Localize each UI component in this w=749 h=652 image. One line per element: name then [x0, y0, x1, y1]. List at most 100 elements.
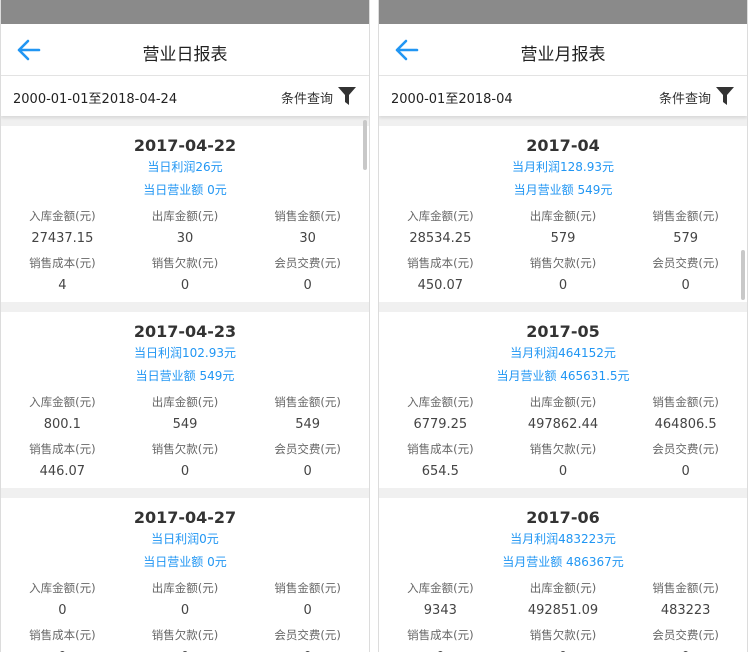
page-title: 营业日报表	[142, 45, 228, 65]
funnel-filter-icon[interactable]	[337, 85, 357, 107]
date-range[interactable]: 2000-01至2018-04	[391, 88, 513, 107]
metric-value-cell: 0	[379, 646, 502, 652]
metric-value-cell: 446.07	[1, 460, 124, 482]
metric-value: 4	[58, 278, 67, 293]
metric-value: 30	[176, 231, 194, 246]
card-profit: 当日利润102.93元	[134, 346, 236, 360]
metric-label-cell: 销售成本(元)	[379, 624, 502, 646]
metric-value-cell: 0	[246, 274, 369, 296]
metric-value-cell: 579	[502, 227, 625, 249]
report-card[interactable]: 2017-04-23 当日利润102.93元 当日营业额 549元 入库金额(元) 出库…	[1, 312, 369, 488]
stage: 营业日报表 2000-01-01至2018-04-24 条件查询 2017-04…	[0, 0, 749, 652]
metric-label: 会员交费(元)	[652, 442, 719, 456]
metric-value: 0	[180, 603, 190, 618]
metric-value: 497862.44	[527, 417, 599, 432]
date-range[interactable]: 2000-01-01至2018-04-24	[13, 88, 177, 107]
metric-label: 入库金额(元)	[407, 395, 474, 409]
report-list[interactable]: 2017-04-22 当日利润26元 当日营业额 0元 入库金额(元) 出库金额(元) 销…	[1, 116, 369, 652]
metric-label-cell: 会员交费(元)	[246, 438, 369, 460]
metric-row: 入库金额(元) 出库金额(元) 销售金额(元) 6779.25 497862.44 464…	[379, 388, 747, 435]
metric-value-cell: 579	[624, 227, 747, 249]
status-bar	[379, 0, 747, 24]
metric-row: 销售成本(元) 销售欠款(元) 会员交费(元) 4 0 0	[1, 249, 369, 296]
card-profit: 当月利润128.93元	[512, 160, 614, 174]
metric-value-cell: 800.1	[1, 413, 124, 435]
metric-value: 0	[303, 278, 312, 293]
metric-value-cell: 0	[502, 274, 625, 296]
report-card[interactable]: 2017-04-27 当日利润0元 当日营业额 0元 入库金额(元) 出库金额(元) 销售…	[1, 498, 369, 652]
metric-label-cell: 销售金额(元)	[624, 577, 747, 599]
metric-value: 654.5	[421, 464, 459, 479]
condition-query-button[interactable]: 条件查询	[659, 88, 711, 107]
metric-label-cell: 会员交费(元)	[624, 624, 747, 646]
metric-label: 会员交费(元)	[652, 256, 719, 270]
metric-label-cell: 入库金额(元)	[379, 205, 502, 227]
metric-label-cell: 销售欠款(元)	[502, 438, 625, 460]
metric-row: 销售成本(元)销售欠款(元)会员交费(元)000	[1, 621, 369, 652]
scrollbar[interactable]	[363, 120, 367, 170]
metric-label: 销售金额(元)	[274, 209, 341, 223]
condition-query-button[interactable]: 条件查询	[281, 88, 333, 107]
metric-label: 销售欠款(元)	[529, 628, 597, 642]
funnel-filter-icon[interactable]	[715, 85, 735, 107]
metric-value-cell: 0	[246, 599, 369, 621]
metric-label-cell: 入库金额(元)	[1, 205, 124, 227]
metric-value: 0	[558, 464, 568, 479]
report-card[interactable]: 2017-04 当月利润128.93元 当月营业额 549元 入库金额(元) 出库金额(…	[379, 126, 747, 302]
card-date: 2017-05	[526, 322, 600, 341]
metric-label-cell: 销售成本(元)	[379, 438, 502, 460]
metric-value: 0	[58, 603, 67, 618]
report-card[interactable]: 2017-04-22 当日利润26元 当日营业额 0元 入库金额(元) 出库金额(元) 销…	[1, 126, 369, 302]
metric-value-cell: 0	[502, 460, 625, 482]
metric-label-cell: 入库金额(元)	[1, 391, 124, 413]
metric-label: 出库金额(元)	[529, 209, 597, 223]
card-date: 2017-06	[526, 508, 600, 527]
metric-label: 出库金额(元)	[151, 395, 219, 409]
metric-value: 0	[681, 278, 690, 293]
metric-value-cell: 483223	[624, 599, 747, 621]
metric-label: 会员交费(元)	[274, 442, 341, 456]
metric-value-cell: 0	[502, 646, 625, 652]
metric-label: 会员交费(元)	[652, 628, 719, 642]
metric-label: 出库金额(元)	[151, 581, 219, 595]
metric-label-cell: 销售金额(元)	[246, 205, 369, 227]
metric-value-cell: 0	[624, 646, 747, 652]
metric-value-cell: 0	[1, 646, 124, 652]
report-list[interactable]: 2017-04 当月利润128.93元 当月营业额 549元 入库金额(元) 出库金额(…	[379, 116, 747, 652]
metric-label: 销售成本(元)	[407, 628, 474, 642]
metric-label: 入库金额(元)	[407, 209, 474, 223]
metric-value-cell: 0	[624, 274, 747, 296]
metric-label: 会员交费(元)	[274, 256, 341, 270]
metric-value: 6779.25	[413, 417, 468, 432]
metric-label: 销售成本(元)	[407, 442, 474, 456]
metric-value: 0	[303, 603, 312, 618]
metric-value: 464806.5	[654, 417, 717, 432]
card-profit: 当月利润483223元	[510, 532, 616, 546]
metric-value-cell: 464806.5	[624, 413, 747, 435]
metric-value: 9343	[423, 603, 457, 618]
metric-label-cell: 销售金额(元)	[246, 577, 369, 599]
page-title: 营业月报表	[520, 45, 606, 65]
metric-label-cell: 会员交费(元)	[246, 624, 369, 646]
metric-value-cell: 497862.44	[502, 413, 625, 435]
metric-value: 0	[681, 464, 690, 479]
report-card[interactable]: 2017-06 当月利润483223元 当月营业额 486367元 入库金额(元) 出库…	[379, 498, 747, 652]
report-card[interactable]: 2017-05 当月利润464152元 当月营业额 465631.5元 入库金额(元)…	[379, 312, 747, 488]
metric-label: 入库金额(元)	[29, 395, 96, 409]
title-bar: 营业月报表	[379, 24, 747, 76]
metric-value-cell: 27437.15	[1, 227, 124, 249]
metric-label: 入库金额(元)	[29, 209, 96, 223]
metric-label: 销售欠款(元)	[151, 256, 219, 270]
monthly-report-screen: 营业月报表 2000-01至2018-04 条件查询 2017-04 当月利润12…	[378, 0, 748, 652]
metric-value: 450.07	[417, 278, 464, 293]
metric-value: 0	[558, 278, 568, 293]
filter-bar: 2000-01-01至2018-04-24 条件查询	[1, 76, 369, 116]
metric-row: 入库金额(元) 出库金额(元) 销售金额(元) 800.1 549 549	[1, 388, 369, 435]
metric-label: 销售欠款(元)	[529, 442, 597, 456]
metric-value-cell: 0	[246, 460, 369, 482]
metric-label-cell: 会员交费(元)	[624, 252, 747, 274]
card-sales: 当日营业额 549元	[135, 369, 235, 383]
metric-label: 入库金额(元)	[29, 581, 96, 595]
metric-label-cell: 入库金额(元)	[379, 391, 502, 413]
scrollbar[interactable]	[741, 250, 745, 300]
